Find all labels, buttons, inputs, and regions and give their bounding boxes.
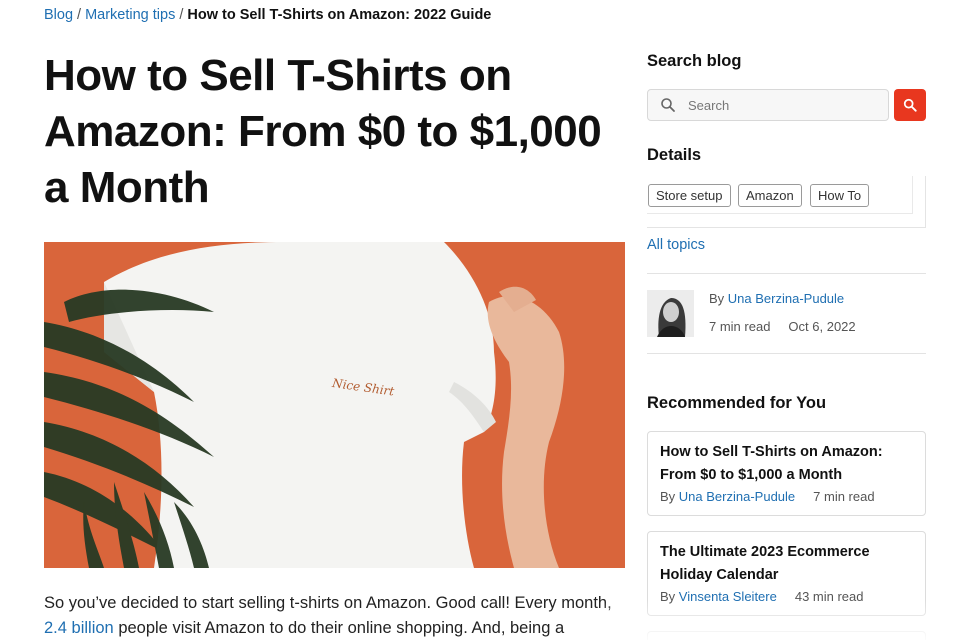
breadcrumb-current: How to Sell T-Shirts on Amazon: 2022 Gui… bbox=[187, 7, 492, 23]
recommended-heading: Recommended for You bbox=[647, 394, 827, 412]
article-meta: 7 min read Oct 6, 2022 bbox=[709, 319, 856, 334]
author-avatar bbox=[647, 290, 694, 337]
publish-date: Oct 6, 2022 bbox=[788, 319, 856, 334]
author-prefix: By bbox=[709, 291, 725, 306]
tags-list: Store setup Amazon How To bbox=[647, 176, 913, 214]
recommended-card-meta: By Una Berzina-Pudule 7 min read bbox=[660, 489, 875, 504]
article-intro: So you’ve decided to start selling t-shi… bbox=[44, 591, 634, 640]
search-input[interactable] bbox=[688, 94, 878, 116]
recommended-card-meta: By Vinsenta Sleitere 43 min read bbox=[660, 589, 864, 604]
tag-amazon[interactable]: Amazon bbox=[738, 184, 802, 207]
tag-store-setup[interactable]: Store setup bbox=[648, 184, 731, 207]
breadcrumb-blog-link[interactable]: Blog bbox=[44, 7, 73, 23]
tag-how-to[interactable]: How To bbox=[810, 184, 870, 207]
details-heading: Details bbox=[647, 146, 702, 164]
breadcrumb-separator: / bbox=[179, 7, 184, 23]
recommended-card-by: By bbox=[660, 489, 676, 504]
recommended-card-title[interactable]: How to Sell T-Shirts on Amazon: From $0 … bbox=[660, 441, 915, 487]
recommended-card[interactable] bbox=[647, 631, 926, 640]
tags-panel: Store setup Amazon How To bbox=[647, 176, 926, 228]
author-link[interactable]: Una Berzina-Pudule bbox=[728, 291, 844, 306]
hero-image: Nice Shirt bbox=[44, 242, 625, 568]
recommended-card[interactable]: How to Sell T-Shirts on Amazon: From $0 … bbox=[647, 431, 926, 516]
author-photo bbox=[647, 290, 694, 337]
breadcrumb-marketing-tips-link[interactable]: Marketing tips bbox=[85, 7, 175, 23]
search-field[interactable] bbox=[647, 89, 889, 121]
search-icon bbox=[903, 98, 917, 112]
author-line: By Una Berzina-Pudule bbox=[709, 291, 844, 306]
recommended-card-read-time: 7 min read bbox=[813, 489, 875, 504]
divider bbox=[647, 273, 926, 274]
breadcrumb: Blog / Marketing tips / How to Sell T-Shirts… bbox=[44, 7, 491, 23]
recommended-card-author[interactable]: Vinsenta Sleitere bbox=[679, 589, 777, 604]
recommended-card-title[interactable]: The Ultimate 2023 Ecommerce Holiday Cale… bbox=[660, 541, 915, 587]
breadcrumb-separator: / bbox=[77, 7, 82, 23]
read-time: 7 min read bbox=[709, 319, 771, 334]
search-blog-heading: Search blog bbox=[647, 52, 742, 70]
intro-text: So you’ve decided to start selling t-shi… bbox=[44, 594, 612, 612]
recommended-card-read-time: 43 min read bbox=[794, 589, 864, 604]
article-title: How to Sell T-Shirts on Amazon: From $0 … bbox=[44, 51, 602, 212]
divider bbox=[647, 353, 926, 354]
recommended-card-by: By bbox=[660, 589, 676, 604]
search-button[interactable] bbox=[894, 89, 926, 121]
all-topics-link[interactable]: All topics bbox=[647, 237, 705, 253]
search-icon bbox=[660, 97, 676, 113]
recommended-card[interactable]: The Ultimate 2023 Ecommerce Holiday Cale… bbox=[647, 531, 926, 616]
intro-text-continued: people visit Amazon to do their online s… bbox=[118, 619, 565, 637]
hero-illustration: Nice Shirt bbox=[44, 242, 625, 568]
intro-link-2-4-billion[interactable]: 2.4 billion bbox=[44, 619, 114, 637]
recommended-card-author[interactable]: Una Berzina-Pudule bbox=[679, 489, 795, 504]
